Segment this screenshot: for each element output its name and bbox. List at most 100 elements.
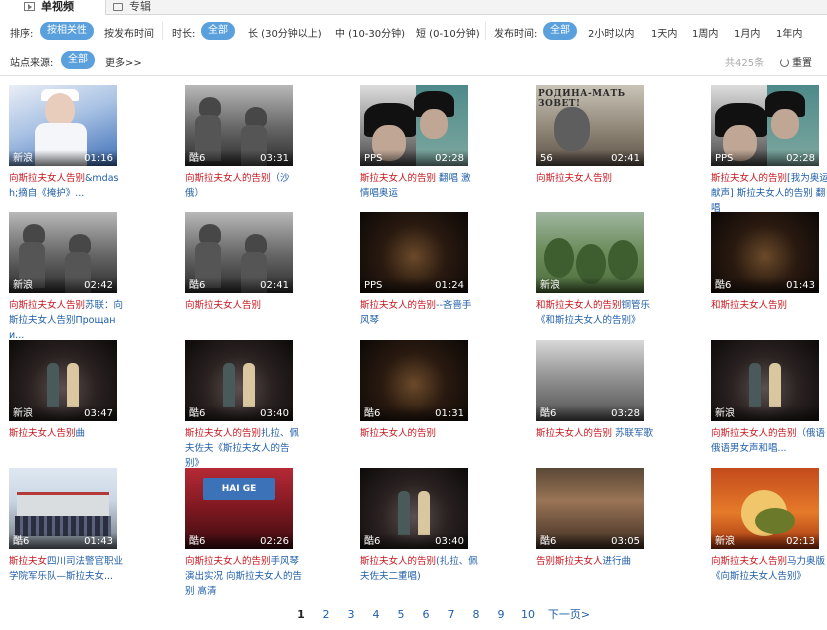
sort-option-date[interactable]: 按发布时间 bbox=[104, 25, 154, 40]
video-duration: 01:24 bbox=[435, 280, 464, 291]
next-page-link[interactable]: 下一页> bbox=[544, 605, 594, 625]
video-duration: 03:40 bbox=[435, 536, 464, 547]
page-5[interactable]: 5 bbox=[391, 605, 411, 625]
source-more-link[interactable]: 更多>> bbox=[105, 54, 142, 69]
duration-option-short[interactable]: 短 (0-10分钟) bbox=[416, 25, 480, 40]
publish-option-2h[interactable]: 2小时以内 bbox=[588, 25, 634, 40]
video-title-link[interactable]: 向斯拉夫女人告别 bbox=[185, 298, 303, 313]
publish-option-1m[interactable]: 1月内 bbox=[734, 25, 760, 40]
duration-option-medium[interactable]: 中 (10-30分钟) bbox=[335, 25, 405, 40]
video-thumbnail[interactable]: 酷6 03:40 bbox=[185, 340, 293, 421]
refresh-icon bbox=[780, 58, 789, 67]
duration-option-all[interactable]: 全部 bbox=[201, 22, 235, 40]
video-source: 新浪 bbox=[715, 536, 735, 547]
reset-button[interactable]: 重置 bbox=[780, 54, 812, 69]
video-title-highlight: 向斯拉夫女人告别 bbox=[711, 556, 788, 567]
video-title-highlight: 斯拉夫女人的告别 bbox=[360, 556, 437, 567]
video-title-link[interactable]: 斯拉夫女人的告别(扎拉、佩夫佐夫二重唱) bbox=[360, 554, 478, 584]
video-title-link[interactable]: 斯拉夫女四川司法警官职业学院军乐队—斯拉夫女... bbox=[9, 554, 127, 584]
video-source: 酷6 bbox=[364, 536, 381, 547]
video-title-link[interactable]: 向斯拉夫女人的告别手风琴演出实况 向斯拉夫女人的告别 高清 bbox=[185, 554, 303, 599]
video-title-link[interactable]: 和斯拉夫女人告别 bbox=[711, 298, 827, 313]
video-duration: 01:31 bbox=[435, 408, 464, 419]
video-duration: 02:41 bbox=[260, 280, 289, 291]
publish-option-1w[interactable]: 1周内 bbox=[692, 25, 718, 40]
video-thumbnail[interactable]: 新浪 bbox=[711, 340, 819, 421]
duration-option-long[interactable]: 长 (30分钟以上) bbox=[248, 25, 322, 40]
video-title-link[interactable]: 斯拉夫女人的告别 苏联军歌 bbox=[536, 426, 654, 441]
video-title-link[interactable]: 斯拉夫女人的告别[我为奥运献声] 斯拉夫女人的告别 翻唱 bbox=[711, 171, 827, 216]
video-title-link[interactable]: 向斯拉夫女人告别苏联：向斯拉夫女人告别Прощани... bbox=[9, 298, 127, 343]
video-thumbnail[interactable]: 新浪 02:42 bbox=[9, 212, 117, 293]
video-thumbnail[interactable]: 酷6 03:05 bbox=[536, 468, 644, 549]
video-title-highlight: 斯拉夫女人的告别 bbox=[536, 428, 613, 439]
page-4[interactable]: 4 bbox=[366, 605, 386, 625]
publish-option-1d[interactable]: 1天内 bbox=[651, 25, 677, 40]
publish-option-1y[interactable]: 1年内 bbox=[776, 25, 802, 40]
video-duration: 03:47 bbox=[84, 408, 113, 419]
video-thumbnail[interactable]: HAI GE 酷6 02:26 bbox=[185, 468, 293, 549]
video-source: 酷6 bbox=[540, 408, 557, 419]
publish-label: 发布时间: bbox=[494, 29, 538, 40]
video-thumbnail[interactable]: PPS 02:28 bbox=[360, 85, 468, 166]
video-title-highlight: 斯拉夫女 bbox=[9, 556, 48, 567]
page-2[interactable]: 2 bbox=[316, 605, 336, 625]
tab-single-video[interactable]: 单视频 bbox=[0, 0, 106, 15]
video-title-link[interactable]: 向斯拉夫女人告别 bbox=[536, 171, 654, 186]
video-title-link[interactable]: 向斯拉夫女人的告别（俄语俄语男女声和唱... bbox=[711, 426, 827, 456]
video-title-link[interactable]: 斯拉夫女人的告别扎拉、佩夫佐夫《斯拉夫女人的告别》 bbox=[185, 426, 303, 471]
video-thumbnail[interactable]: PPS 01:24 bbox=[360, 212, 468, 293]
video-duration: 03:28 bbox=[611, 408, 640, 419]
video-thumbnail[interactable]: 新浪 03:47 bbox=[9, 340, 117, 421]
tab-single-video-label: 单视频 bbox=[41, 0, 74, 13]
page-8[interactable]: 8 bbox=[466, 605, 486, 625]
video-source: 新浪 bbox=[13, 280, 33, 291]
video-title-link[interactable]: 斯拉夫女人的告别--吝啬手风琴 bbox=[360, 298, 478, 328]
video-title-link[interactable]: 斯拉夫女人告别曲 bbox=[9, 426, 127, 441]
page-10[interactable]: 10 bbox=[518, 605, 538, 625]
video-title-link[interactable]: 向斯拉夫女人的告别（沙俄） bbox=[185, 171, 303, 201]
video-title-highlight: 向斯拉夫女人的告别 bbox=[711, 428, 797, 439]
video-title-link[interactable]: 向斯拉夫女人告别马力奥版《向斯拉夫女人告别》 bbox=[711, 554, 827, 584]
video-source: 新浪 bbox=[13, 153, 33, 164]
video-thumbnail[interactable]: 酷6 03:31 bbox=[185, 85, 293, 166]
video-thumbnail[interactable]: PPS 02:28 bbox=[711, 85, 819, 166]
video-title-link[interactable]: 向斯拉夫女人告别&mdash;摘自《掩护》... bbox=[9, 171, 127, 201]
video-title-highlight: 斯拉夫女人告别 bbox=[9, 428, 76, 439]
page-1[interactable]: 1 bbox=[291, 605, 311, 625]
tab-album[interactable]: 专辑 bbox=[108, 0, 188, 15]
video-source: 56 bbox=[540, 153, 553, 164]
video-thumbnail[interactable]: 酷6 03:28 bbox=[536, 340, 644, 421]
video-title-text: 苏联军歌 bbox=[612, 428, 654, 439]
video-duration: 03:31 bbox=[260, 153, 289, 164]
video-title-highlight: 向斯拉夫女人告别 bbox=[9, 300, 86, 311]
source-option-all[interactable]: 全部 bbox=[61, 51, 95, 69]
sort-option-relevance[interactable]: 按相关性 bbox=[40, 22, 94, 40]
video-duration: 02:26 bbox=[260, 536, 289, 547]
video-title-highlight: 和斯拉夫女人告别 bbox=[711, 300, 788, 311]
video-source: PPS bbox=[364, 280, 383, 291]
video-source: 酷6 bbox=[189, 536, 206, 547]
video-thumbnail[interactable]: РОДИНА-МАТЬ ЗОВЕТ! 56 02:41 bbox=[536, 85, 644, 166]
video-thumbnail[interactable]: 新浪 02:13 bbox=[711, 468, 819, 549]
video-title-link[interactable]: 斯拉夫女人的告别 翻唱 激情唱奥运 bbox=[360, 171, 478, 201]
video-thumbnail[interactable]: 酷6 03:40 bbox=[360, 468, 468, 549]
video-title-text: 进行曲 bbox=[602, 556, 632, 567]
duration-label: 时长: bbox=[172, 29, 196, 40]
page-6[interactable]: 6 bbox=[416, 605, 436, 625]
page-7[interactable]: 7 bbox=[441, 605, 461, 625]
sort-label: 排序: bbox=[10, 29, 34, 40]
video-title-link[interactable]: 斯拉夫女人的告别 bbox=[360, 426, 478, 441]
publish-option-all[interactable]: 全部 bbox=[543, 22, 577, 40]
video-thumbnail[interactable]: 酷6 01:43 bbox=[711, 212, 819, 293]
video-title-link[interactable]: 和斯拉夫女人的告别铜管乐《和斯拉夫女人的告别》 bbox=[536, 298, 654, 328]
video-thumbnail[interactable]: 新浪 01:16 bbox=[9, 85, 117, 166]
video-thumbnail[interactable]: 酷6 01:31 bbox=[360, 340, 468, 421]
video-thumbnail[interactable]: 新浪 bbox=[536, 212, 644, 293]
page-9[interactable]: 9 bbox=[491, 605, 511, 625]
page-3[interactable]: 3 bbox=[341, 605, 361, 625]
video-title-highlight: 和斯拉夫女人的告别 bbox=[536, 300, 622, 311]
video-title-link[interactable]: 告别斯拉夫女人进行曲 bbox=[536, 554, 654, 569]
video-thumbnail[interactable]: 酷6 02:41 bbox=[185, 212, 293, 293]
video-thumbnail[interactable]: 酷6 01:43 bbox=[9, 468, 117, 549]
